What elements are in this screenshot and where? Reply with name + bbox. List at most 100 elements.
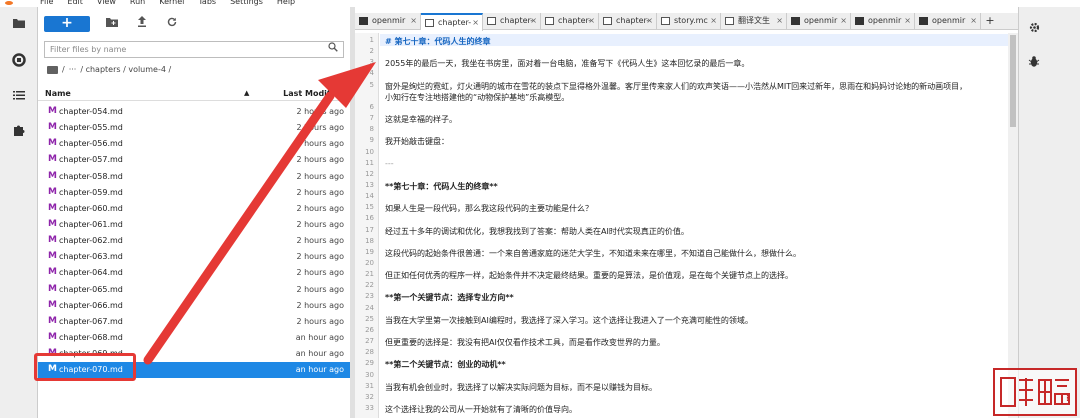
breadcrumb-ellipsis[interactable]: ··· — [69, 65, 77, 74]
jupyter-logo-icon — [4, 0, 14, 7]
file-row[interactable]: Mchapter-065.md 2 hours ago — [38, 282, 350, 298]
menu-tabs[interactable]: Tabs — [198, 0, 216, 6]
new-folder-icon[interactable] — [104, 16, 120, 32]
file-modified: an hour ago — [295, 332, 344, 342]
line-number: 17 — [365, 225, 374, 234]
tab-close-icon[interactable]: × — [710, 13, 717, 29]
markdown-file-icon: M — [48, 283, 57, 294]
upload-icon[interactable] — [134, 16, 150, 32]
new-launcher-button[interactable]: + — [44, 16, 90, 32]
tab-close-icon[interactable]: × — [646, 13, 653, 29]
file-row[interactable]: Mchapter-062.md 2 hours ago — [38, 233, 350, 249]
file-row[interactable]: Mchapter-058.md 2 hours ago — [38, 169, 350, 185]
file-row[interactable]: Mchapter-060.md 2 hours ago — [38, 201, 350, 217]
tab-close-icon[interactable]: × — [904, 13, 911, 29]
editor-tab[interactable]: 翻译文生 × — [721, 13, 787, 30]
menu-view[interactable]: View — [97, 0, 116, 6]
editor-tab[interactable]: chapter- × — [541, 13, 599, 30]
menu-file[interactable]: File — [40, 0, 53, 6]
file-row[interactable]: Mchapter-056.md 2 hours ago — [38, 136, 350, 152]
file-name: chapter-061.md — [59, 219, 123, 229]
terminal-icon — [919, 17, 928, 25]
debugger-bug-icon[interactable] — [1027, 55, 1041, 69]
line-number: 21 — [365, 270, 374, 279]
property-inspector-gear-icon[interactable] — [1027, 21, 1041, 35]
line-number: 33 — [365, 403, 374, 412]
editor-line: **第一个关键节点：选择专业方向** — [385, 293, 514, 303]
terminal-icon — [359, 17, 368, 25]
tab-close-icon[interactable]: × — [530, 13, 537, 29]
breadcrumb-path[interactable]: / chapters / volume-4 / — [80, 65, 171, 74]
scrollbar-thumb[interactable] — [1010, 35, 1016, 128]
tab-close-icon[interactable]: × — [840, 13, 847, 29]
menu-help[interactable]: Help — [277, 0, 295, 6]
file-modified: 2 hours ago — [296, 300, 344, 310]
line-number: 1 — [369, 36, 374, 44]
line-number: 15 — [365, 203, 374, 212]
extensions-puzzle-icon[interactable] — [12, 123, 26, 137]
tab-close-icon[interactable]: × — [410, 13, 417, 29]
editor-tab[interactable]: chapter- × — [483, 13, 541, 30]
editor-tab[interactable]: story.mc × — [657, 13, 721, 30]
editor-scrollbar[interactable] — [1008, 33, 1018, 418]
tab-close-icon[interactable]: × — [970, 13, 977, 29]
refresh-icon[interactable] — [164, 16, 180, 32]
file-row[interactable]: Mchapter-059.md 2 hours ago — [38, 185, 350, 201]
tab-label: openmir — [372, 16, 406, 25]
table-of-contents-icon[interactable] — [12, 89, 26, 103]
file-row[interactable]: Mchapter-067.md 2 hours ago — [38, 314, 350, 330]
add-tab-button[interactable]: + — [981, 13, 999, 29]
file-modified: 2 hours ago — [296, 107, 344, 116]
markdown-editor[interactable]: 1 2 3 4 5 6 7 8 9 10 11 12 13 14 15 16 17 18 19 20 21 22 23 24 2… — [355, 33, 1018, 418]
tab-label: chapter- — [438, 18, 472, 27]
line-number: 13 — [365, 180, 374, 189]
sort-ascending-icon[interactable]: ▲ — [244, 89, 249, 97]
file-name: chapter-066.md — [59, 300, 123, 310]
tab-label: openmir — [804, 16, 838, 25]
running-sessions-icon[interactable] — [12, 53, 26, 67]
menu-kernel[interactable]: Kernel — [159, 0, 184, 6]
filter-files-input[interactable]: Filter files by name — [44, 41, 344, 58]
file-row[interactable]: Mchapter-069.md an hour ago — [38, 346, 350, 362]
file-row[interactable]: Mchapter-064.md 2 hours ago — [38, 265, 350, 281]
line-number: 20 — [365, 259, 374, 267]
seal-stamp — [993, 368, 1077, 416]
file-modified: 2 hours ago — [296, 155, 344, 165]
menu-run[interactable]: Run — [130, 0, 145, 6]
editor-tab[interactable]: openmir × — [915, 13, 981, 30]
file-modified: 2 hours ago — [296, 187, 344, 197]
markdown-file-icon: M — [48, 138, 57, 149]
file-row[interactable]: Mchapter-054.md 2 hours ago — [38, 104, 350, 120]
file-row[interactable]: Mchapter-066.md 2 hours ago — [38, 298, 350, 314]
file-row[interactable]: Mchapter-070.md an hour ago — [38, 362, 350, 379]
home-folder-icon[interactable] — [47, 65, 58, 74]
terminal-icon — [855, 17, 864, 25]
editor-tab[interactable]: chapter- × — [421, 13, 483, 31]
editor-tab[interactable]: openmir × — [851, 13, 915, 30]
menu-bar: File Edit View Run Kernel Tabs Settings Help — [0, 0, 1080, 7]
menu-edit[interactable]: Edit — [67, 0, 83, 6]
file-row[interactable]: Mchapter-057.md 2 hours ago — [38, 152, 350, 168]
editor-tab[interactable]: openmir × — [787, 13, 851, 30]
file-row[interactable]: Mchapter-055.md 2 hours ago — [38, 120, 350, 136]
file-row[interactable]: Mchapter-061.md 2 hours ago — [38, 217, 350, 233]
line-number: 22 — [365, 281, 374, 290]
editor-tab[interactable]: chapter- × — [599, 13, 657, 30]
breadcrumb-root[interactable]: / — [62, 65, 65, 74]
tab-close-icon[interactable]: × — [588, 13, 595, 29]
tab-close-icon[interactable]: × — [472, 15, 479, 31]
editor-line: 这个选择让我的公司从一开始就有了清晰的价值导向。 — [385, 404, 577, 414]
file-modified: 2 hours ago — [296, 219, 344, 229]
editor-tab[interactable]: openmir × — [355, 13, 421, 30]
file-row[interactable]: Mchapter-068.md an hour ago — [38, 330, 350, 346]
file-row[interactable]: Mchapter-063.md 2 hours ago — [38, 249, 350, 265]
file-modified: 2 hours ago — [296, 252, 344, 262]
folder-icon[interactable] — [12, 17, 26, 31]
name-column-header[interactable]: Name — [45, 89, 71, 98]
tab-close-icon[interactable]: × — [776, 13, 783, 29]
file-name: chapter-057.md — [59, 155, 123, 165]
document-icon — [661, 17, 670, 25]
menu-settings[interactable]: Settings — [230, 0, 263, 6]
last-modified-column-header[interactable]: Last Modified — [283, 89, 344, 98]
file-modified: 2 hours ago — [296, 268, 344, 278]
